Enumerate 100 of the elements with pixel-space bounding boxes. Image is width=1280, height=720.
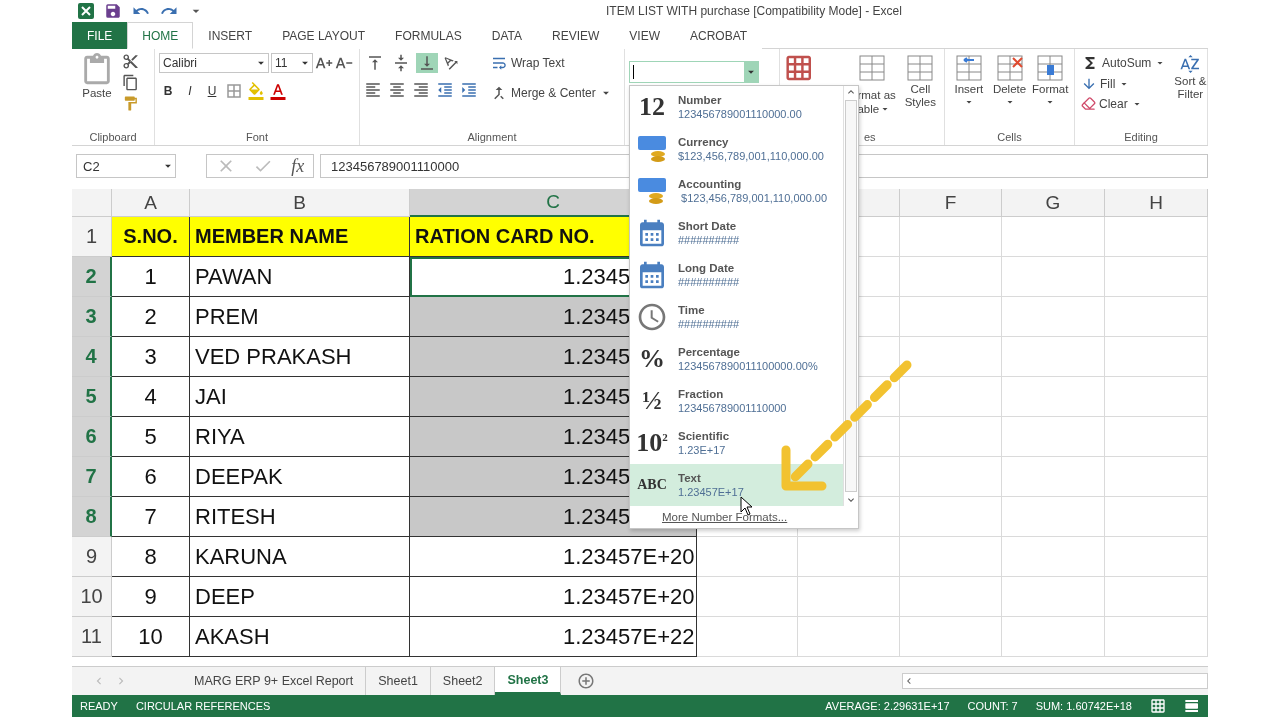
- row-header[interactable]: 3: [72, 297, 112, 337]
- table-cell: RIYA: [190, 417, 410, 457]
- group-label: es: [863, 131, 877, 143]
- row-header[interactable]: 2: [72, 257, 112, 297]
- column-header[interactable]: G: [1002, 189, 1105, 217]
- table-cell: 10: [112, 617, 190, 657]
- column-header[interactable]: A: [112, 189, 190, 217]
- group-label: Editing: [1123, 131, 1159, 143]
- row-header[interactable]: 11: [72, 617, 112, 657]
- sheet-tab[interactable]: Sheet3: [495, 667, 562, 695]
- format-cells-button[interactable]: Format: [1030, 53, 1070, 131]
- row-header[interactable]: 4: [72, 337, 112, 377]
- group-label: Alignment: [466, 131, 518, 143]
- autosum-button[interactable]: AutoSum: [1079, 53, 1169, 73]
- fill-color-icon[interactable]: [247, 82, 265, 100]
- sort-icon: [1179, 53, 1202, 75]
- decrease-indent-icon[interactable]: [436, 81, 454, 99]
- status-text: AVERAGE: 2.29631E+17: [825, 700, 950, 712]
- number-format-field[interactable]: [629, 61, 759, 83]
- table-cell: 6: [112, 457, 190, 497]
- normal-view-icon[interactable]: [1150, 698, 1166, 714]
- fill-button[interactable]: Fill: [1079, 75, 1133, 93]
- orientation-icon[interactable]: [442, 54, 460, 72]
- row-header[interactable]: 10: [72, 577, 112, 617]
- format-sample: $123,456,789,001,110,000.00: [678, 150, 824, 162]
- row-header[interactable]: 9: [72, 537, 112, 577]
- save-icon[interactable]: [104, 2, 122, 20]
- borders-icon[interactable]: [225, 82, 243, 100]
- table-cell: 4: [112, 377, 190, 417]
- table-cell: 2: [112, 297, 190, 337]
- align-center-icon[interactable]: [388, 81, 406, 99]
- table-cell: 5: [112, 417, 190, 457]
- name-box[interactable]: C2: [76, 154, 176, 178]
- row-header[interactable]: 6: [72, 417, 112, 457]
- column-header[interactable]: B: [190, 189, 410, 217]
- format-glyph-icon: %: [639, 344, 665, 374]
- paste-button[interactable]: Paste: [76, 53, 118, 131]
- status-text: CIRCULAR REFERENCES: [135, 700, 271, 712]
- insert-cells-icon: [953, 53, 984, 83]
- insert-cells-button[interactable]: Insert: [949, 53, 989, 131]
- italic-button[interactable]: I: [181, 81, 199, 101]
- format-as-table-icon: [857, 53, 888, 83]
- table-cell: DEEPAK: [190, 457, 410, 497]
- excel-logo-icon[interactable]: [78, 3, 94, 19]
- table-cell: PAWAN: [190, 257, 410, 297]
- row-header[interactable]: 1: [72, 217, 112, 257]
- coins-icon: [636, 176, 668, 206]
- merge-center-button[interactable]: Merge & Center: [488, 83, 615, 103]
- format-option[interactable]: 12 Number 123456789001110000.00: [630, 86, 843, 128]
- scroll-thumb[interactable]: [845, 100, 857, 492]
- format-glyph-icon: ½: [642, 386, 662, 416]
- underline-button[interactable]: U: [203, 81, 221, 101]
- table-cell: 1.23457E+20: [410, 537, 697, 577]
- format-name: Currency: [678, 136, 730, 148]
- cell-styles-button[interactable]: Cell Styles: [900, 53, 940, 131]
- table-cell: 9: [112, 577, 190, 617]
- column-title: S.NO.: [112, 217, 190, 257]
- font-name-field[interactable]: Calibri: [159, 53, 269, 73]
- row-header[interactable]: 7: [72, 457, 112, 497]
- ribbon-tab[interactable]: FILE: [72, 22, 128, 49]
- ribbon-tab[interactable]: HOME: [127, 22, 194, 49]
- table-cell: JAI: [190, 377, 410, 417]
- column-header[interactable]: H: [1105, 189, 1208, 217]
- table-cell: 1: [112, 257, 190, 297]
- font-size-field[interactable]: 11: [271, 53, 313, 73]
- table-cell: 7: [112, 497, 190, 537]
- insert-function-button[interactable]: fx: [291, 155, 305, 177]
- column-header[interactable]: F: [900, 189, 1002, 217]
- conditional-formatting-icon[interactable]: [784, 53, 814, 83]
- table-cell: AKASH: [190, 617, 410, 657]
- format-glyph-icon: ABC: [637, 477, 667, 493]
- bold-button[interactable]: B: [159, 81, 177, 101]
- vertical-scrollbar[interactable]: [843, 86, 858, 506]
- copy-icon[interactable]: [122, 74, 139, 91]
- font-color-icon[interactable]: [269, 82, 287, 100]
- wrap-text-button[interactable]: Wrap Text: [488, 53, 567, 73]
- table-cell: PREM: [190, 297, 410, 337]
- clock-icon: [636, 301, 668, 333]
- align-left-icon[interactable]: [364, 81, 382, 99]
- row-header[interactable]: 5: [72, 377, 112, 417]
- cell-styles-icon: [905, 53, 936, 83]
- table-cell: VED PRAKASH: [190, 337, 410, 377]
- table-cell: 8: [112, 537, 190, 577]
- format-sample: 123456789001110000.00: [678, 108, 802, 120]
- table-cell: 1.23457E+22: [410, 617, 697, 657]
- table-cell: DEEP: [190, 577, 410, 617]
- row-header[interactable]: 8: [72, 497, 112, 537]
- horizontal-scrollbar[interactable]: [902, 673, 1208, 689]
- cut-icon[interactable]: [122, 53, 139, 70]
- status-text: COUNT: 7: [967, 700, 1018, 712]
- delete-cells-icon: [994, 53, 1025, 83]
- align-right-icon[interactable]: [412, 81, 430, 99]
- sort-filter-button[interactable]: Sort & Filter: [1174, 53, 1207, 131]
- page-layout-view-icon[interactable]: [1184, 698, 1200, 714]
- increase-indent-icon[interactable]: [460, 81, 478, 99]
- clear-button[interactable]: Clear: [1079, 95, 1145, 112]
- status-text: READY: [80, 700, 118, 712]
- add-sheet-icon[interactable]: [577, 672, 596, 690]
- delete-cells-button[interactable]: Delete: [989, 53, 1030, 131]
- table-cell: 3: [112, 337, 190, 377]
